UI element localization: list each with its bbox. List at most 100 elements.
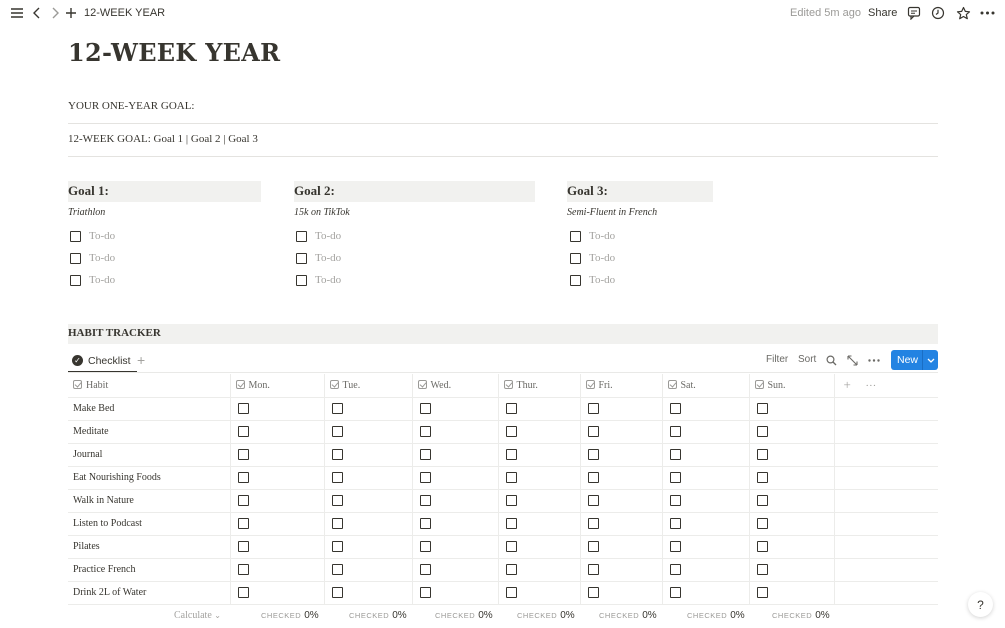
habit-checkbox[interactable] bbox=[756, 426, 768, 438]
habit-tracker-heading[interactable]: HABIT TRACKER bbox=[68, 324, 938, 344]
checkbox[interactable] bbox=[296, 230, 307, 242]
filter-button[interactable]: Filter bbox=[766, 354, 788, 365]
column-header-sat[interactable]: Sat. bbox=[662, 374, 750, 398]
habit-checkbox[interactable] bbox=[505, 518, 517, 530]
todo-item[interactable]: To-do bbox=[70, 251, 115, 265]
column-header-mon[interactable]: Mon. bbox=[230, 374, 325, 398]
checkbox[interactable] bbox=[70, 252, 81, 264]
habit-checkbox[interactable] bbox=[419, 564, 431, 576]
expand-icon[interactable] bbox=[845, 353, 859, 367]
todo-item[interactable]: To-do bbox=[296, 273, 341, 287]
habit-checkbox[interactable] bbox=[331, 449, 343, 461]
goal-2-heading[interactable]: Goal 2: bbox=[294, 181, 535, 202]
habit-checkbox[interactable] bbox=[331, 495, 343, 507]
table-row[interactable]: Eat Nourishing Foods bbox=[68, 466, 938, 490]
add-view-icon[interactable]: + bbox=[137, 352, 145, 368]
habit-checkbox[interactable] bbox=[505, 587, 517, 599]
habit-checkbox[interactable] bbox=[756, 403, 768, 415]
habit-checkbox[interactable] bbox=[669, 518, 681, 530]
habit-checkbox[interactable] bbox=[505, 495, 517, 507]
habit-checkbox[interactable] bbox=[587, 518, 599, 530]
habit-checkbox[interactable] bbox=[419, 426, 431, 438]
habit-checkbox[interactable] bbox=[237, 472, 249, 484]
habit-checkbox[interactable] bbox=[237, 541, 249, 553]
checkbox[interactable] bbox=[570, 274, 581, 286]
column-header-tue[interactable]: Tue. bbox=[324, 374, 413, 398]
todo-item[interactable]: To-do bbox=[570, 273, 615, 287]
checked-summary[interactable]: CHECKED 0% bbox=[517, 610, 575, 621]
habit-name[interactable]: Meditate bbox=[68, 420, 231, 444]
table-row[interactable]: Make Bed bbox=[68, 397, 938, 421]
more-icon[interactable] bbox=[978, 4, 996, 22]
habit-checkbox[interactable] bbox=[756, 495, 768, 507]
habit-checkbox[interactable] bbox=[587, 587, 599, 599]
habit-checkbox[interactable] bbox=[669, 449, 681, 461]
habit-checkbox[interactable] bbox=[756, 587, 768, 599]
todo-item[interactable]: To-do bbox=[70, 229, 115, 243]
star-icon[interactable] bbox=[954, 4, 972, 22]
more-icon[interactable]: ··· bbox=[865, 380, 876, 392]
checked-summary[interactable]: CHECKED 0% bbox=[687, 610, 745, 621]
habit-checkbox[interactable] bbox=[669, 472, 681, 484]
habit-name[interactable]: Journal bbox=[68, 443, 231, 467]
habit-checkbox[interactable] bbox=[331, 587, 343, 599]
search-icon[interactable] bbox=[824, 353, 838, 367]
more-options-icon[interactable] bbox=[867, 353, 881, 367]
sort-button[interactable]: Sort bbox=[798, 354, 816, 365]
habit-checkbox[interactable] bbox=[237, 426, 249, 438]
plus-icon[interactable] bbox=[62, 4, 80, 22]
habit-name[interactable]: Practice French bbox=[68, 558, 231, 582]
habit-checkbox[interactable] bbox=[505, 426, 517, 438]
habit-checkbox[interactable] bbox=[237, 564, 249, 576]
habit-checkbox[interactable] bbox=[505, 472, 517, 484]
help-button[interactable]: ? bbox=[968, 592, 993, 617]
habit-checkbox[interactable] bbox=[505, 541, 517, 553]
table-row[interactable]: Meditate bbox=[68, 420, 938, 444]
new-button[interactable]: New bbox=[891, 350, 938, 370]
tab-checklist[interactable]: ✓ Checklist bbox=[68, 350, 137, 373]
goal-3-subtitle[interactable]: Semi-Fluent in French bbox=[567, 207, 657, 218]
habit-checkbox[interactable] bbox=[419, 587, 431, 599]
habit-name[interactable]: Walk in Nature bbox=[68, 489, 231, 513]
habit-checkbox[interactable] bbox=[505, 449, 517, 461]
habit-checkbox[interactable] bbox=[419, 541, 431, 553]
habit-checkbox[interactable] bbox=[419, 449, 431, 461]
habit-checkbox[interactable] bbox=[505, 564, 517, 576]
table-row[interactable]: Walk in Nature bbox=[68, 489, 938, 513]
checked-summary[interactable]: CHECKED 0% bbox=[435, 610, 493, 621]
breadcrumb[interactable]: 12-WEEK YEAR bbox=[84, 7, 165, 19]
habit-name[interactable]: Drink 2L of Water bbox=[68, 581, 231, 605]
goal-1-subtitle[interactable]: Triathlon bbox=[68, 207, 105, 218]
habit-checkbox[interactable] bbox=[756, 541, 768, 553]
habit-checkbox[interactable] bbox=[505, 403, 517, 415]
habit-checkbox[interactable] bbox=[587, 564, 599, 576]
table-row[interactable]: Journal bbox=[68, 443, 938, 467]
habit-checkbox[interactable] bbox=[237, 518, 249, 530]
habit-checkbox[interactable] bbox=[669, 426, 681, 438]
column-header-wed[interactable]: Wed. bbox=[412, 374, 499, 398]
column-header-thur[interactable]: Thur. bbox=[498, 374, 581, 398]
column-header-habit[interactable]: Habit bbox=[68, 374, 231, 398]
habit-checkbox[interactable] bbox=[331, 541, 343, 553]
twelve-week-goal[interactable]: 12-WEEK GOAL: Goal 1 | Goal 2 | Goal 3 bbox=[68, 133, 258, 145]
checkbox[interactable] bbox=[296, 252, 307, 264]
habit-name[interactable]: Make Bed bbox=[68, 397, 231, 421]
share-button[interactable]: Share bbox=[868, 7, 897, 19]
one-year-goal[interactable]: YOUR ONE-YEAR GOAL: bbox=[68, 100, 195, 112]
habit-checkbox[interactable] bbox=[331, 472, 343, 484]
habit-name[interactable]: Pilates bbox=[68, 535, 231, 559]
habit-name[interactable]: Eat Nourishing Foods bbox=[68, 466, 231, 490]
table-row[interactable]: Drink 2L of Water bbox=[68, 581, 938, 605]
habit-checkbox[interactable] bbox=[587, 495, 599, 507]
checkbox[interactable] bbox=[70, 274, 81, 286]
todo-item[interactable]: To-do bbox=[570, 251, 615, 265]
habit-checkbox[interactable] bbox=[331, 564, 343, 576]
habit-checkbox[interactable] bbox=[669, 495, 681, 507]
page-title[interactable]: 12-WEEK YEAR bbox=[68, 38, 280, 67]
habit-checkbox[interactable] bbox=[669, 587, 681, 599]
habit-checkbox[interactable] bbox=[669, 403, 681, 415]
table-row[interactable]: Pilates bbox=[68, 535, 938, 559]
habit-checkbox[interactable] bbox=[756, 472, 768, 484]
habit-checkbox[interactable] bbox=[419, 403, 431, 415]
goal-2-subtitle[interactable]: 15k on TikTok bbox=[294, 207, 350, 218]
